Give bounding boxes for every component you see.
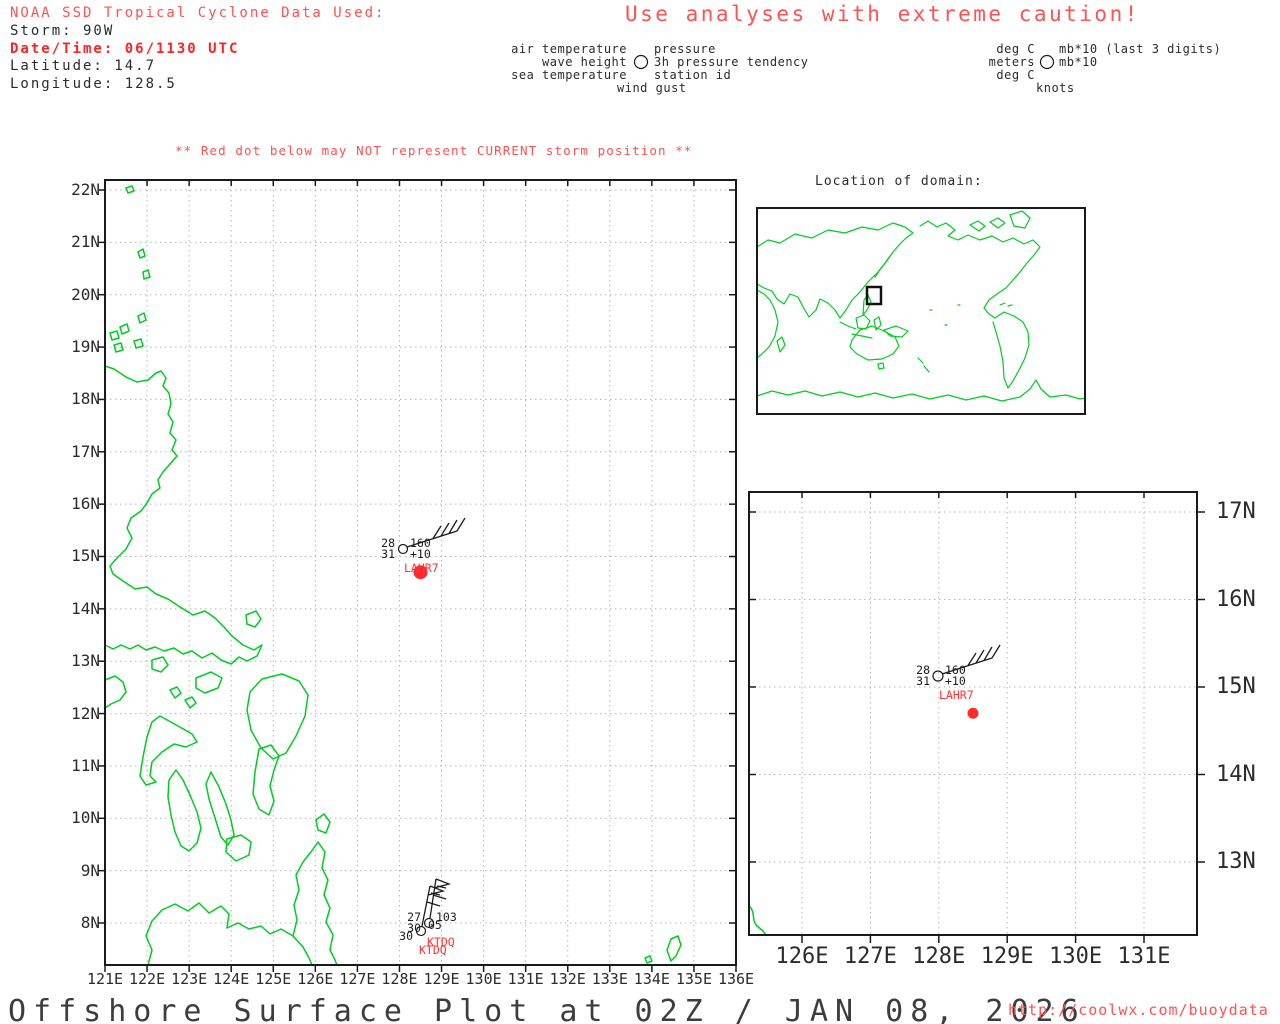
main-map-lon-label: 124E	[213, 970, 250, 988]
station-wave-height: 30	[399, 929, 413, 943]
legend-air-temp-units: deg C	[996, 42, 1035, 56]
legend-station-id-label: station id	[654, 68, 732, 82]
legend-pressure-units: mb*10 (last 3 digits)	[1059, 42, 1222, 56]
legend-wave-height-units: meters	[988, 55, 1035, 69]
main-map-lat-label: 19N	[71, 337, 100, 357]
station-id: LAHR7	[939, 688, 974, 702]
zoom-map-lon-label: 129E	[980, 944, 1034, 969]
header-datetime-line: Date/Time: 06/1130 UTC	[10, 41, 240, 57]
main-map-lon-label: 133E	[591, 970, 628, 988]
zoom-map-lat-label: 13N	[1216, 849, 1256, 874]
main-map-lat-label: 10N	[71, 808, 100, 828]
main-map-lat-label: 15N	[71, 546, 100, 566]
main-map-lat-label: 17N	[71, 441, 100, 461]
main-map-lon-label: 129E	[423, 970, 460, 988]
main-map-lat-label: 21N	[71, 232, 100, 252]
station-wave-height: 31	[916, 674, 930, 688]
zoom-map-lon-label: 126E	[775, 944, 829, 969]
zoom-map-lat-label: 16N	[1216, 586, 1256, 612]
legend-tendency-units: mb*10	[1059, 55, 1098, 69]
main-map-lat-label: 9N	[80, 860, 100, 880]
station-id: KTDQ	[419, 943, 447, 957]
zoom-map-lat-label: 17N	[1216, 499, 1256, 524]
main-map-lat-label: 20N	[71, 284, 100, 304]
main-map-lat-label: 14N	[71, 598, 100, 618]
main-map-lon-label: 122E	[129, 970, 166, 988]
main-map-lat-label: 11N	[71, 755, 100, 775]
legend-sea-temp-label: sea temperature	[511, 68, 627, 82]
caution-banner: Use analyses with extreme caution!	[625, 2, 1140, 26]
zoom-map-lat-label: 14N	[1216, 761, 1256, 787]
header-storm-line: Storm: 90W	[10, 23, 115, 39]
station-plot-lahr7-zoom	[932, 644, 1001, 682]
main-map-lon-label: 128E	[381, 970, 418, 988]
header-source-line: NOAA SSD Tropical Cyclone Data Used:	[10, 5, 386, 21]
legend-wind-gust-label: wind gust	[617, 81, 687, 95]
philippines-coastline	[104, 185, 682, 966]
header-longitude-line: Longitude: 128.5	[10, 76, 177, 92]
station-id: LAHR7	[404, 561, 439, 575]
legend-air-temp-label: air temperature	[511, 42, 627, 56]
main-map-lon-label: 125E	[255, 970, 292, 988]
legend-wave-height-label: wave height	[542, 55, 627, 69]
legend-tendency-label: 3h pressure tendency	[654, 55, 809, 69]
station-pressure-tendency: +10	[945, 674, 966, 688]
main-map-lat-label: 22N	[71, 180, 100, 199]
main-map-lon-label: 126E	[297, 970, 334, 988]
inset-map-border	[756, 207, 1086, 415]
main-map-lat-label: 16N	[71, 494, 100, 514]
station-pressure-tendency: +10	[410, 547, 431, 561]
main-map-lat-label: 13N	[71, 651, 100, 671]
main-map-lat-label: 8N	[80, 912, 100, 932]
zoom-map-lat-label: 15N	[1216, 674, 1256, 699]
legend-pressure-label: pressure	[654, 42, 716, 56]
station-plot-lahr7-main	[397, 517, 466, 555]
main-map-lon-label: 123E	[171, 970, 208, 988]
domain-rectangle	[865, 285, 883, 306]
legend-wind-gust-units: knots	[1036, 81, 1075, 95]
header-latitude-line: Latitude: 14.7	[10, 58, 157, 74]
zoom-map-lon-label: 131E	[1117, 944, 1171, 969]
inset-map-title: Location of domain:	[815, 174, 983, 189]
zoom-map-ticks	[749, 492, 1205, 943]
zoom-map-lon-label: 130E	[1049, 944, 1103, 969]
main-map-lon-label: 121E	[86, 970, 124, 988]
source-url[interactable]: http://coolwx.com/buoydata	[1008, 1001, 1269, 1019]
storm-position-dots	[413, 565, 979, 719]
station-pressure: 05	[428, 918, 442, 932]
main-map-lon-label: 131E	[507, 970, 544, 988]
main-map-lon-label: 127E	[339, 970, 376, 988]
legend-sea-temp-units: deg C	[996, 68, 1035, 82]
main-map-lon-label: 134E	[633, 970, 670, 988]
main-map-lon-label: 130E	[465, 970, 502, 988]
zoom-map-coastline	[748, 905, 767, 936]
station-wave-height: 31	[381, 547, 395, 561]
main-map-lon-label: 135E	[675, 970, 712, 988]
zoom-map-lon-label: 128E	[912, 944, 966, 969]
main-map-lon-label: 132E	[549, 970, 586, 988]
main-map-lat-label: 18N	[71, 389, 100, 409]
plot-title: Offshore Surface Plot at 02Z / JAN 08, 2…	[8, 994, 1086, 1024]
zoom-map-lon-label: 127E	[843, 944, 897, 969]
main-map-lat-label: 12N	[71, 703, 100, 723]
world-coastline	[756, 210, 1086, 402]
main-map-lon-label: 136E	[717, 970, 755, 988]
storm-position-warning: ** Red dot below may NOT represent CURRE…	[175, 143, 693, 158]
